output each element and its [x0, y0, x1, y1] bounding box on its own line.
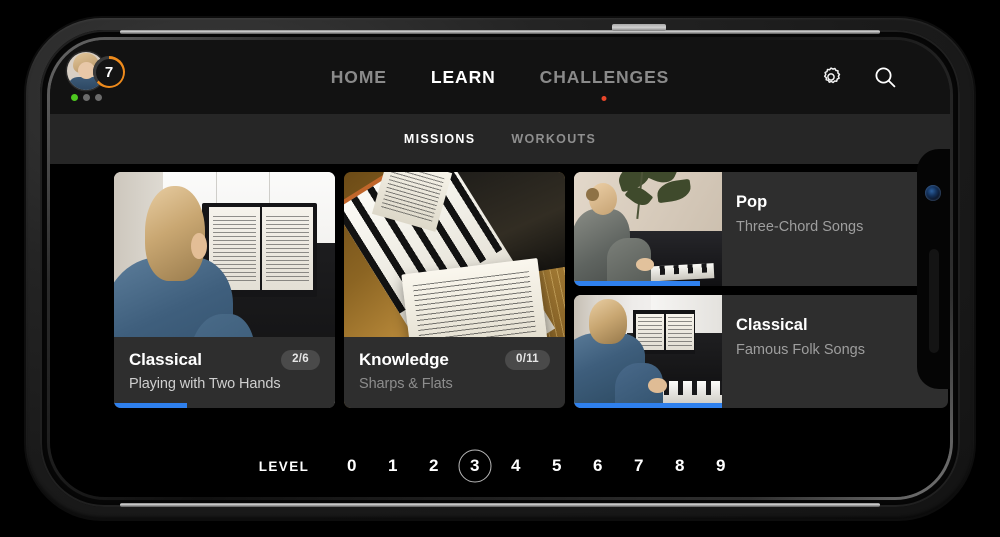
front-camera-icon	[925, 184, 941, 201]
tab-workouts[interactable]: WORKOUTS	[511, 132, 596, 146]
phone-top-rail	[120, 30, 880, 34]
tab-workouts-label: WORKOUTS	[511, 132, 597, 146]
level-option-5[interactable]: 5	[536, 449, 577, 483]
level-number-list: 0 1 2 3 4 5 6 7 8 9	[331, 449, 741, 483]
mission-row-image	[574, 172, 722, 286]
level-selector-label: LEVEL	[258, 458, 310, 474]
nav-item-challenges-label: CHALLENGES	[539, 66, 670, 87]
progress-fill	[574, 403, 722, 408]
header-actions	[818, 64, 898, 90]
level-option-9[interactable]: 9	[700, 449, 741, 483]
level-option-3[interactable]: 3	[454, 449, 495, 483]
level-option-0[interactable]: 0	[331, 449, 372, 483]
mission-row-info: Pop Three-Chord Songs	[722, 172, 948, 286]
app-header: 7 HOME LEARN CHALLENGES	[50, 40, 950, 114]
mission-tile-knowledge-sharps-flats[interactable]: Knowledge 0/11 Sharps & Flats	[344, 172, 565, 408]
tab-missions-label: MISSIONS	[403, 132, 476, 146]
mission-tile-badge: 0/11	[505, 349, 550, 370]
phone-screen: 7 HOME LEARN CHALLENGES MISSIONS WORKOUT…	[50, 40, 950, 497]
level-option-label: 9	[716, 456, 726, 475]
screenshot-stage: 7 HOME LEARN CHALLENGES MISSIONS WORKOUT…	[0, 0, 1000, 537]
nav-item-home-label: HOME	[330, 66, 387, 87]
level-option-7[interactable]: 7	[618, 449, 659, 483]
level-option-label: 5	[552, 456, 562, 475]
mission-cards-row: Classical 2/6 Playing with Two Hands Kno…	[114, 172, 948, 408]
profile-cluster[interactable]: 7	[65, 52, 175, 106]
volume-button[interactable]	[612, 24, 666, 31]
settings-button[interactable]	[818, 64, 844, 90]
mission-row-classical-famous-folk-songs[interactable]: Classical Famous Folk Songs	[574, 294, 948, 409]
mission-tile-title: Classical	[129, 349, 202, 369]
progress-fill	[114, 403, 187, 408]
level-value: 7	[104, 63, 114, 81]
streak-dots	[71, 94, 102, 101]
level-option-4[interactable]: 4	[495, 449, 536, 483]
streak-dot-3	[95, 94, 102, 101]
level-progress-ring[interactable]: 7	[93, 56, 125, 88]
main-navigation: HOME LEARN CHALLENGES	[329, 63, 672, 101]
nav-item-learn[interactable]: LEARN	[429, 63, 498, 92]
photo-woman-at-piano-with-plant	[574, 172, 722, 286]
level-option-label: 3	[470, 456, 480, 475]
mission-tile-subtitle: Playing with Two Hands	[129, 376, 281, 392]
mission-row-image	[574, 294, 722, 408]
progress-fill	[574, 280, 700, 286]
notification-dot-icon	[601, 95, 607, 101]
streak-dot-1	[71, 94, 78, 101]
mission-tile-classical-two-hands[interactable]: Classical 2/6 Playing with Two Hands	[114, 172, 335, 408]
level-selector: LEVEL 0 1 2 3 4 5 6 7 8 9	[50, 449, 950, 483]
content-area: Classical 2/6 Playing with Two Hands Kno…	[50, 164, 950, 497]
streak-dot-2	[83, 94, 90, 101]
gear-icon	[823, 67, 841, 84]
phone-bottom-rail	[120, 503, 880, 507]
nav-item-learn-label: LEARN	[430, 66, 496, 87]
level-option-1[interactable]: 1	[372, 449, 413, 483]
level-option-label: 6	[593, 456, 603, 475]
level-option-2[interactable]: 2	[413, 449, 454, 483]
mission-tile-info: Knowledge 0/11 Sharps & Flats	[344, 336, 565, 408]
level-option-label: 7	[634, 456, 644, 475]
search-icon	[875, 67, 895, 87]
mission-row-pop-three-chord-songs[interactable]: Pop Three-Chord Songs	[574, 172, 948, 286]
nav-item-home[interactable]: HOME	[329, 63, 389, 92]
mission-tile-progress-bar	[114, 403, 335, 408]
level-option-label: 2	[429, 456, 439, 475]
level-option-label: 4	[511, 456, 521, 475]
mission-tile-badge: 2/6	[281, 349, 320, 370]
mission-rows-stack: Pop Three-Chord Songs Classical Famous F…	[574, 172, 948, 408]
earpiece-speaker-icon	[929, 248, 939, 353]
photo-person-reading-sheet-music	[574, 294, 722, 408]
mission-tile-title: Knowledge	[359, 349, 449, 369]
level-option-label: 8	[675, 456, 685, 475]
nav-item-challenges[interactable]: CHALLENGES	[538, 63, 672, 101]
mission-tile-progress-bar	[344, 403, 565, 408]
tab-missions[interactable]: MISSIONS	[404, 132, 476, 146]
level-option-6[interactable]: 6	[577, 449, 618, 483]
mission-tile-subtitle: Sharps & Flats	[359, 376, 453, 392]
level-option-label: 0	[347, 456, 357, 475]
search-button[interactable]	[872, 64, 898, 90]
mission-tile-info: Classical 2/6 Playing with Two Hands	[114, 336, 335, 408]
sub-tab-bar: MISSIONS WORKOUTS	[50, 114, 950, 164]
level-option-label: 1	[388, 456, 398, 475]
mission-row-info: Classical Famous Folk Songs	[722, 295, 948, 409]
level-option-8[interactable]: 8	[659, 449, 700, 483]
